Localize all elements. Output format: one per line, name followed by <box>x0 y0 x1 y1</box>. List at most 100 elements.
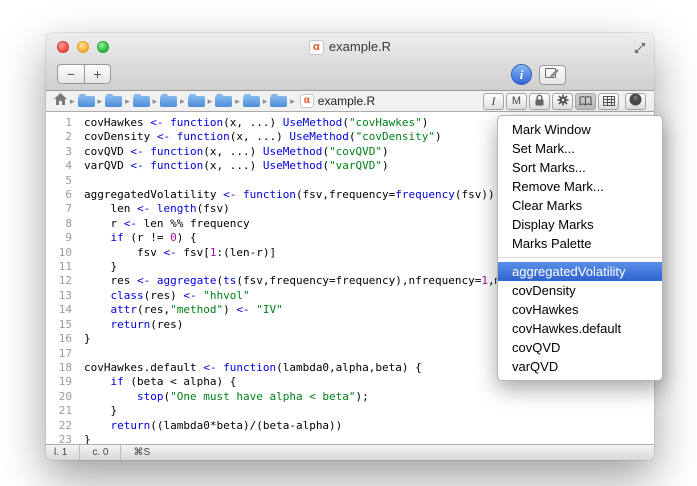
italic-i-icon: I <box>491 93 496 108</box>
window-controls <box>57 41 109 53</box>
menu-item[interactable]: Sort Marks... <box>498 158 662 177</box>
chevron-icon: ▸ <box>290 95 295 106</box>
line-number: 10 <box>58 245 72 259</box>
gear-button[interactable] <box>552 92 573 110</box>
current-filename: example.R <box>317 94 376 108</box>
folder-icon[interactable] <box>132 93 150 107</box>
line-number: 5 <box>65 173 72 187</box>
line-number: 13 <box>58 288 72 302</box>
zoom-button[interactable] <box>97 41 109 53</box>
column-indicator: c. 0 <box>92 447 109 458</box>
line-number: 18 <box>58 360 72 374</box>
chevron-icon: ▸ <box>152 95 158 106</box>
chevron-icon: ▸ <box>125 95 130 106</box>
line-number: 16 <box>58 332 72 346</box>
lock-icon <box>534 94 545 109</box>
toolbar: − + i <box>46 61 654 91</box>
folder-icon[interactable] <box>242 93 260 107</box>
code-line: return((lambda0*beta)/(beta-alpha)) <box>110 418 343 432</box>
line-number: 1 <box>65 116 72 129</box>
folder-icon[interactable] <box>77 93 95 107</box>
code-line: } <box>84 404 118 418</box>
line-number: 9 <box>65 231 72 245</box>
line-number: 7 <box>65 202 72 216</box>
menu-item[interactable]: covHawkes <box>498 300 662 319</box>
window-header: α example.R − + i <box>46 33 654 91</box>
folder-icon[interactable] <box>215 93 233 107</box>
line-number: 3 <box>65 144 72 158</box>
path-bar-buttons: I M <box>483 92 646 110</box>
line-number: 6 <box>65 188 72 202</box>
chevron-icon: ▸ <box>70 95 75 106</box>
folder-icon[interactable] <box>105 93 123 107</box>
current-file-item[interactable]: α example.R <box>299 94 376 108</box>
lock-button[interactable] <box>529 92 550 110</box>
line-numbers: 1 2 3 4 5 6 7 8 9 10 11 12 13 14 15 16 17 18 19 20 21 22 23 <box>46 113 78 444</box>
line-indicator[interactable]: l. 1 <box>54 447 67 458</box>
titlebar[interactable]: α example.R <box>46 33 654 61</box>
italic-i-button[interactable]: I <box>483 92 504 110</box>
info-button[interactable]: i <box>511 64 532 85</box>
window-title-text: example.R <box>328 39 392 54</box>
home-icon[interactable] <box>54 92 67 110</box>
line-number: 14 <box>58 303 72 317</box>
menu-item[interactable]: covHawkes.default <box>498 319 662 338</box>
folder-icon[interactable] <box>187 93 205 107</box>
grid-button[interactable] <box>598 92 619 110</box>
pencil-icon <box>545 67 560 82</box>
menu-item[interactable]: covDensity <box>498 281 662 300</box>
menu-separator <box>498 257 662 258</box>
menu-item[interactable]: varQVD <box>498 357 662 376</box>
shortcut-indicator: ⌘S <box>133 447 151 458</box>
increase-text-button[interactable]: + <box>84 64 111 84</box>
menu-item[interactable]: Set Mark... <box>498 139 662 158</box>
folder-icon[interactable] <box>270 93 288 107</box>
statusbar-divider <box>79 445 81 460</box>
line-number: 21 <box>58 404 72 418</box>
window-title: α example.R <box>46 33 654 61</box>
chevron-icon: ▸ <box>235 95 240 106</box>
m-button[interactable]: M <box>506 92 527 110</box>
line-number: 15 <box>58 317 72 331</box>
code-line: } <box>84 432 91 444</box>
menu-item[interactable]: covQVD <box>498 338 662 357</box>
menu-item[interactable]: Marks Palette <box>498 234 662 253</box>
documents-button[interactable] <box>625 92 646 110</box>
chevron-icon: ▸ <box>97 95 103 106</box>
statusbar: l. 1 c. 0 ⌘S <box>46 444 654 460</box>
toolbar-right-group: i <box>511 64 566 85</box>
chevron-icon: ▸ <box>180 95 185 106</box>
menu-item[interactable]: Clear Marks <box>498 196 662 215</box>
desktop-background: α example.R − + i ▸ ▸ ▸ ▸ ▸ ▸ ▸ ▸ ▸ α ex… <box>0 0 697 486</box>
m-icon: M <box>511 95 522 107</box>
menu-item[interactable]: aggregatedVolatility <box>498 262 662 281</box>
text-size-control: − + <box>57 64 111 84</box>
line-number: 4 <box>65 159 72 173</box>
menu-item[interactable]: Remove Mark... <box>498 177 662 196</box>
line-number: 2 <box>65 130 72 144</box>
marks-button[interactable] <box>575 92 596 110</box>
decrease-text-button[interactable]: − <box>57 64 84 84</box>
minimize-button[interactable] <box>77 41 89 53</box>
line-number: 23 <box>58 432 72 444</box>
gear-icon <box>557 94 569 109</box>
chevron-icon: ▸ <box>207 95 213 106</box>
line-number: 22 <box>58 418 72 432</box>
menu-item[interactable]: Mark Window <box>498 120 662 139</box>
folder-icon[interactable] <box>160 93 178 107</box>
code-line: stop("One must have alpha < beta"); <box>136 389 369 403</box>
document-icon: α <box>308 39 324 55</box>
path-bar: ▸ ▸ ▸ ▸ ▸ ▸ ▸ ▸ ▸ α example.R I M <box>46 91 654 112</box>
edit-document-button[interactable] <box>539 64 566 85</box>
line-number: 17 <box>58 346 72 360</box>
line-number: 8 <box>65 216 72 230</box>
book-icon <box>579 94 592 109</box>
line-number: 19 <box>58 375 72 389</box>
line-number: 20 <box>58 389 72 403</box>
line-number: 12 <box>58 274 72 288</box>
menu-item[interactable]: Display Marks <box>498 215 662 234</box>
fullscreen-icon[interactable] <box>634 41 646 53</box>
close-button[interactable] <box>57 41 69 53</box>
statusbar-divider <box>120 445 122 460</box>
document-icon: α <box>299 94 314 108</box>
